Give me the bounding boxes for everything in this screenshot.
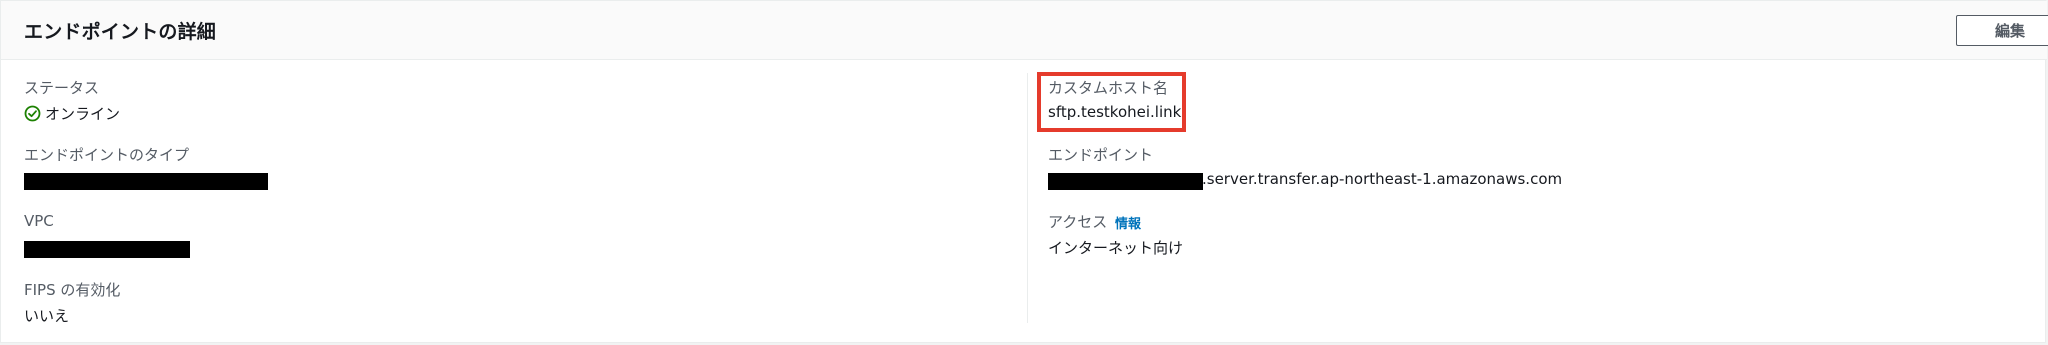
status-value: オンライン bbox=[45, 105, 121, 123]
endpoint-label: エンドポイント bbox=[1048, 146, 1154, 164]
endpoint-type-label: エンドポイントのタイプ bbox=[24, 146, 190, 164]
column-divider bbox=[1027, 73, 1028, 323]
vpc-redacted-value bbox=[24, 241, 190, 258]
status-value-group: オンライン bbox=[24, 103, 120, 124]
fips-label: FIPS の有効化 bbox=[24, 281, 121, 299]
endpoint-value-suffix: .server.transfer.ap-northeast-1.amazonaw… bbox=[1202, 170, 1563, 188]
edit-button[interactable]: 編集 bbox=[1956, 15, 2048, 46]
status-label: ステータス bbox=[24, 79, 100, 97]
endpoint-redacted-prefix bbox=[1048, 173, 1203, 190]
access-value: インターネット向け bbox=[1048, 239, 1184, 257]
access-label: アクセス bbox=[1048, 213, 1108, 231]
fips-value: いいえ bbox=[24, 307, 70, 325]
endpoint-type-redacted-value bbox=[24, 173, 268, 190]
vpc-label: VPC bbox=[24, 212, 54, 230]
panel-header: エンドポイントの詳細 編集 bbox=[1, 1, 2048, 60]
endpoint-details-panel: エンドポイントの詳細 編集 ステータス オンライン エンドポイントのタイプ VP… bbox=[0, 0, 2048, 343]
access-info-link[interactable]: 情報 bbox=[1115, 213, 1141, 232]
custom-hostname-highlight bbox=[1037, 72, 1186, 132]
check-circle-icon bbox=[24, 105, 41, 122]
panel-title: エンドポイントの詳細 bbox=[24, 21, 217, 43]
